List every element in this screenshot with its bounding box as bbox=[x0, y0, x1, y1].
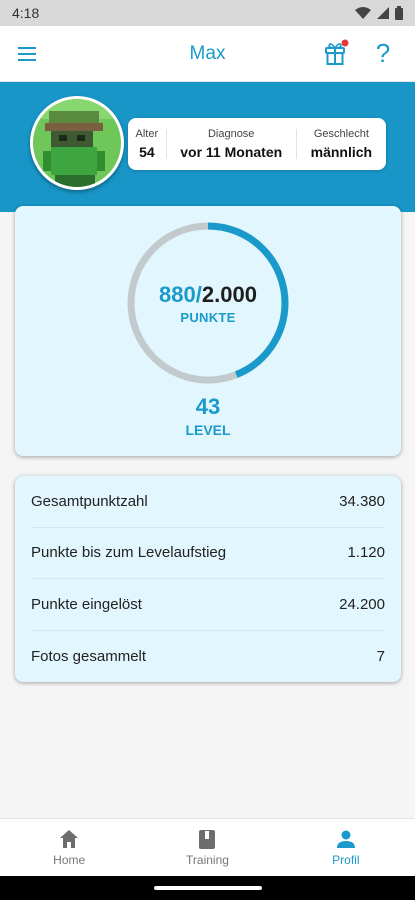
system-gesture-area bbox=[0, 876, 415, 900]
bottom-navigation: Home Training Profil bbox=[0, 818, 415, 876]
age-value: 54 bbox=[139, 144, 155, 160]
avatar[interactable] bbox=[30, 96, 124, 190]
stat-value: 34.380 bbox=[339, 492, 385, 510]
book-icon bbox=[199, 830, 216, 849]
person-icon bbox=[336, 830, 355, 848]
nav-label-home: Home bbox=[53, 853, 86, 867]
nav-item-home[interactable]: Home bbox=[0, 819, 138, 876]
stat-label: Fotos gesammelt bbox=[31, 647, 147, 665]
stat-label: Punkte eingelöst bbox=[31, 595, 142, 613]
nav-item-profile[interactable]: Profil bbox=[277, 819, 415, 876]
stat-label: Gesamtpunktzahl bbox=[31, 492, 148, 510]
status-bar: 4:18 bbox=[0, 0, 415, 26]
status-icons bbox=[355, 6, 403, 20]
nav-label-training: Training bbox=[186, 853, 229, 867]
age-label: Alter bbox=[135, 128, 159, 140]
stat-row-points-redeemed: Punkte eingelöst 24.200 bbox=[31, 579, 385, 631]
points-score: 880/2.000 bbox=[125, 282, 291, 308]
hamburger-menu-icon[interactable] bbox=[16, 42, 40, 66]
wifi-icon bbox=[355, 7, 371, 19]
home-icon bbox=[60, 830, 79, 848]
stat-label: Punkte bis zum Levelaufstieg bbox=[31, 544, 227, 562]
stat-value: 1.120 bbox=[347, 544, 385, 562]
gift-icon[interactable] bbox=[322, 38, 350, 68]
battery-icon bbox=[395, 6, 403, 20]
level-card: 880/2.000 PUNKTE 43 LEVEL bbox=[15, 206, 401, 456]
diagnosis-label: Diagnose bbox=[207, 128, 255, 140]
home-gesture-handle[interactable] bbox=[154, 886, 262, 890]
stat-row-photos-collected: Fotos gesammelt 7 bbox=[31, 631, 385, 683]
stat-row-total-points: Gesamtpunktzahl 34.380 bbox=[31, 476, 385, 528]
notification-dot bbox=[341, 39, 349, 47]
gender-label: Geschlecht bbox=[313, 128, 369, 140]
pixel-avatar-icon bbox=[33, 99, 121, 187]
status-time: 4:18 bbox=[12, 5, 40, 21]
gender-info: Geschlecht männlich bbox=[297, 118, 386, 170]
gender-value: männlich bbox=[310, 144, 373, 160]
points-label: PUNKTE bbox=[180, 310, 236, 325]
stat-value: 24.200 bbox=[339, 595, 385, 613]
stat-value: 7 bbox=[376, 647, 385, 665]
level-label: LEVEL bbox=[185, 422, 231, 438]
profile-info-card: Alter 54 Diagnose vor 11 Monaten Geschle… bbox=[128, 118, 386, 170]
diagnosis-info: Diagnose vor 11 Monaten bbox=[167, 118, 296, 170]
page-title: Max bbox=[189, 42, 226, 64]
points-current: 880 bbox=[159, 282, 196, 307]
diagnosis-value: vor 11 Monaten bbox=[180, 144, 283, 160]
app-bar: Max ? bbox=[0, 26, 415, 82]
level-number: 43 bbox=[195, 394, 221, 419]
stats-card: Gesamtpunktzahl 34.380 Punkte bis zum Le… bbox=[15, 476, 401, 682]
stat-row-points-to-level-up: Punkte bis zum Levelaufstieg 1.120 bbox=[31, 528, 385, 579]
nav-item-training[interactable]: Training bbox=[138, 819, 276, 876]
nav-label-profile: Profil bbox=[332, 853, 360, 867]
age-info: Alter 54 bbox=[128, 118, 166, 170]
signal-icon bbox=[377, 7, 389, 19]
points-max: 2.000 bbox=[201, 282, 257, 307]
help-button[interactable]: ? bbox=[370, 38, 396, 68]
